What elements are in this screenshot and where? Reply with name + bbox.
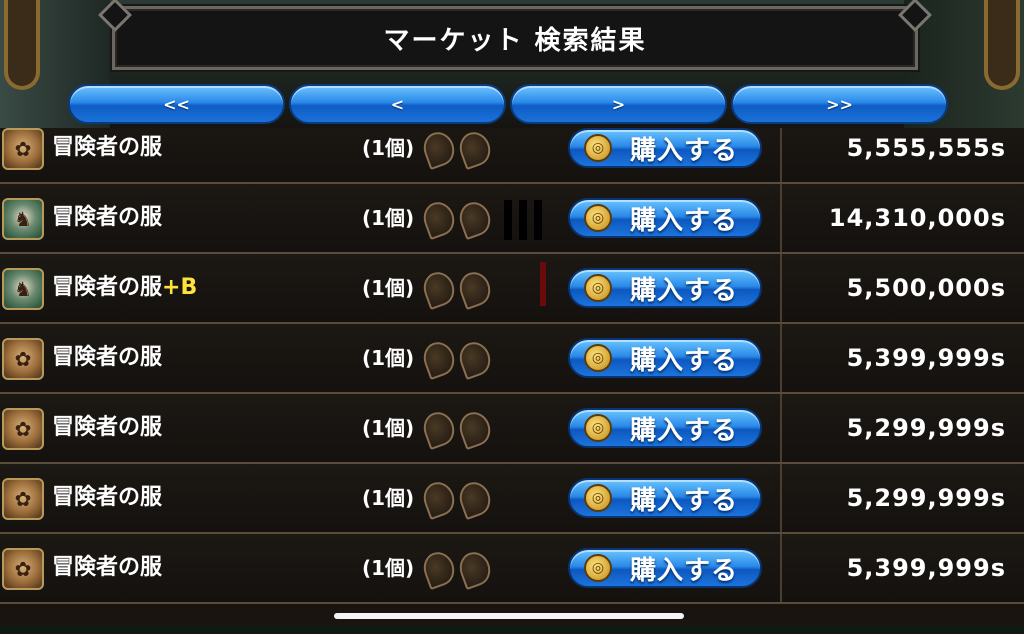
list-item: ✿ 冒険者の服 (1個) ◎ 購入する 5,555,555s [0, 128, 1024, 184]
last-page-button[interactable]: >> [731, 84, 948, 124]
coin-icon: ◎ [584, 344, 612, 372]
coin-icon: ◎ [584, 134, 612, 162]
item-price: 5,299,999s [846, 484, 1006, 512]
item-clothes-icon: ♞ [2, 268, 44, 310]
seed-slot-icon [419, 337, 459, 381]
buy-button[interactable]: ◎ 購入する [568, 338, 762, 378]
item-name: 冒険者の服 [52, 415, 163, 440]
seed-slot-icon [419, 477, 459, 521]
list-item: ♞ 冒険者の服 (1個) ◎ 購入する 14,310,000s [0, 184, 1024, 254]
item-price: 5,299,999s [846, 414, 1006, 442]
item-price: 5,555,555s [846, 134, 1006, 162]
column-divider [780, 534, 782, 602]
seed-slots [419, 547, 495, 591]
seed-slot-icon [455, 547, 495, 591]
seed-slot-icon [419, 547, 459, 591]
list-item: ✿ 冒険者の服 (1個) ◎ 購入する 5,299,999s [0, 464, 1024, 534]
seed-slots [419, 197, 495, 241]
column-divider [780, 128, 782, 182]
item-clothes-icon: ✿ [2, 338, 44, 380]
list-item: ✿ 冒険者の服 (1個) ◎ 購入する 5,399,999s [0, 534, 1024, 604]
item-name: 冒険者の服 [52, 555, 163, 580]
seed-slots [419, 477, 495, 521]
next-page-button[interactable]: > [510, 84, 727, 124]
seed-slot-icon [419, 267, 459, 311]
bottom-strip [0, 626, 1024, 634]
item-clothes-icon: ✿ [2, 128, 44, 170]
buy-button[interactable]: ◎ 購入する [568, 268, 762, 308]
buy-button[interactable]: ◎ 購入する [568, 478, 762, 518]
item-quantity: (1個) [362, 556, 415, 580]
item-name: 冒険者の服+B [52, 275, 198, 300]
column-divider [780, 184, 782, 252]
seed-slot-icon [455, 477, 495, 521]
item-quantity: (1個) [362, 136, 415, 160]
item-clothes-icon: ♞ [2, 198, 44, 240]
list-item: ✿ 冒険者の服 (1個) ◎ 購入する 5,299,999s [0, 394, 1024, 464]
item-price: 14,310,000s [828, 204, 1006, 232]
seed-slot-icon [419, 407, 459, 451]
list-item: ♞ 冒険者の服+B (1個) ◎ 購入する 5,500,000s [0, 254, 1024, 324]
item-name: 冒険者の服 [52, 135, 163, 160]
column-divider [780, 324, 782, 392]
coin-icon: ◎ [584, 554, 612, 582]
item-suffix: +B [162, 275, 198, 300]
coin-icon: ◎ [584, 274, 612, 302]
buy-button[interactable]: ◎ 購入する [568, 408, 762, 448]
item-name: 冒険者の服 [52, 205, 163, 230]
seed-slot-icon [455, 267, 495, 311]
result-list[interactable]: ✿ 冒険者の服 (1個) ◎ 購入する 5,555,555s ♞ 冒険者の服 (1… [0, 128, 1024, 626]
page-title: マーケット 検索結果 [383, 25, 647, 56]
seed-slot-icon [419, 128, 459, 171]
seed-slots [419, 267, 495, 311]
item-clothes-icon: ✿ [2, 408, 44, 450]
column-divider [780, 394, 782, 462]
seed-slot-icon [455, 407, 495, 451]
item-quantity: (1個) [362, 416, 415, 440]
seed-slots [419, 128, 495, 171]
seed-slots [419, 337, 495, 381]
item-name: 冒険者の服 [52, 345, 163, 370]
item-quantity: (1個) [362, 206, 415, 230]
seed-slot-icon [419, 197, 459, 241]
column-divider [780, 464, 782, 532]
item-price: 5,399,999s [846, 554, 1006, 582]
coin-icon: ◎ [584, 484, 612, 512]
item-price: 5,399,999s [846, 344, 1006, 372]
item-quantity: (1個) [362, 486, 415, 510]
coin-icon: ◎ [584, 204, 612, 232]
item-clothes-icon: ✿ [2, 548, 44, 590]
item-name: 冒険者の服 [52, 485, 163, 510]
title-bar: マーケット 検索結果 [112, 6, 918, 70]
column-divider [780, 254, 782, 322]
seed-slot-icon [455, 337, 495, 381]
seed-slot-icon [455, 197, 495, 241]
pagination-nav: << < > >> [68, 84, 948, 126]
coin-icon: ◎ [584, 414, 612, 442]
item-quantity: (1個) [362, 276, 415, 300]
buy-button[interactable]: ◎ 購入する [568, 128, 762, 168]
item-clothes-icon: ✿ [2, 478, 44, 520]
ornament-right-icon [984, 0, 1020, 90]
home-indicator[interactable] [334, 613, 684, 619]
buy-button[interactable]: ◎ 購入する [568, 198, 762, 238]
list-item: ✿ 冒険者の服 (1個) ◎ 購入する 5,399,999s [0, 324, 1024, 394]
seed-slots [419, 407, 495, 451]
buy-button[interactable]: ◎ 購入する [568, 548, 762, 588]
red-mark [540, 262, 546, 306]
redaction-marks [504, 200, 542, 240]
ornament-left-icon [4, 0, 40, 90]
first-page-button[interactable]: << [68, 84, 285, 124]
seed-slot-icon [455, 128, 495, 171]
item-price: 5,500,000s [846, 274, 1006, 302]
prev-page-button[interactable]: < [289, 84, 506, 124]
item-quantity: (1個) [362, 346, 415, 370]
